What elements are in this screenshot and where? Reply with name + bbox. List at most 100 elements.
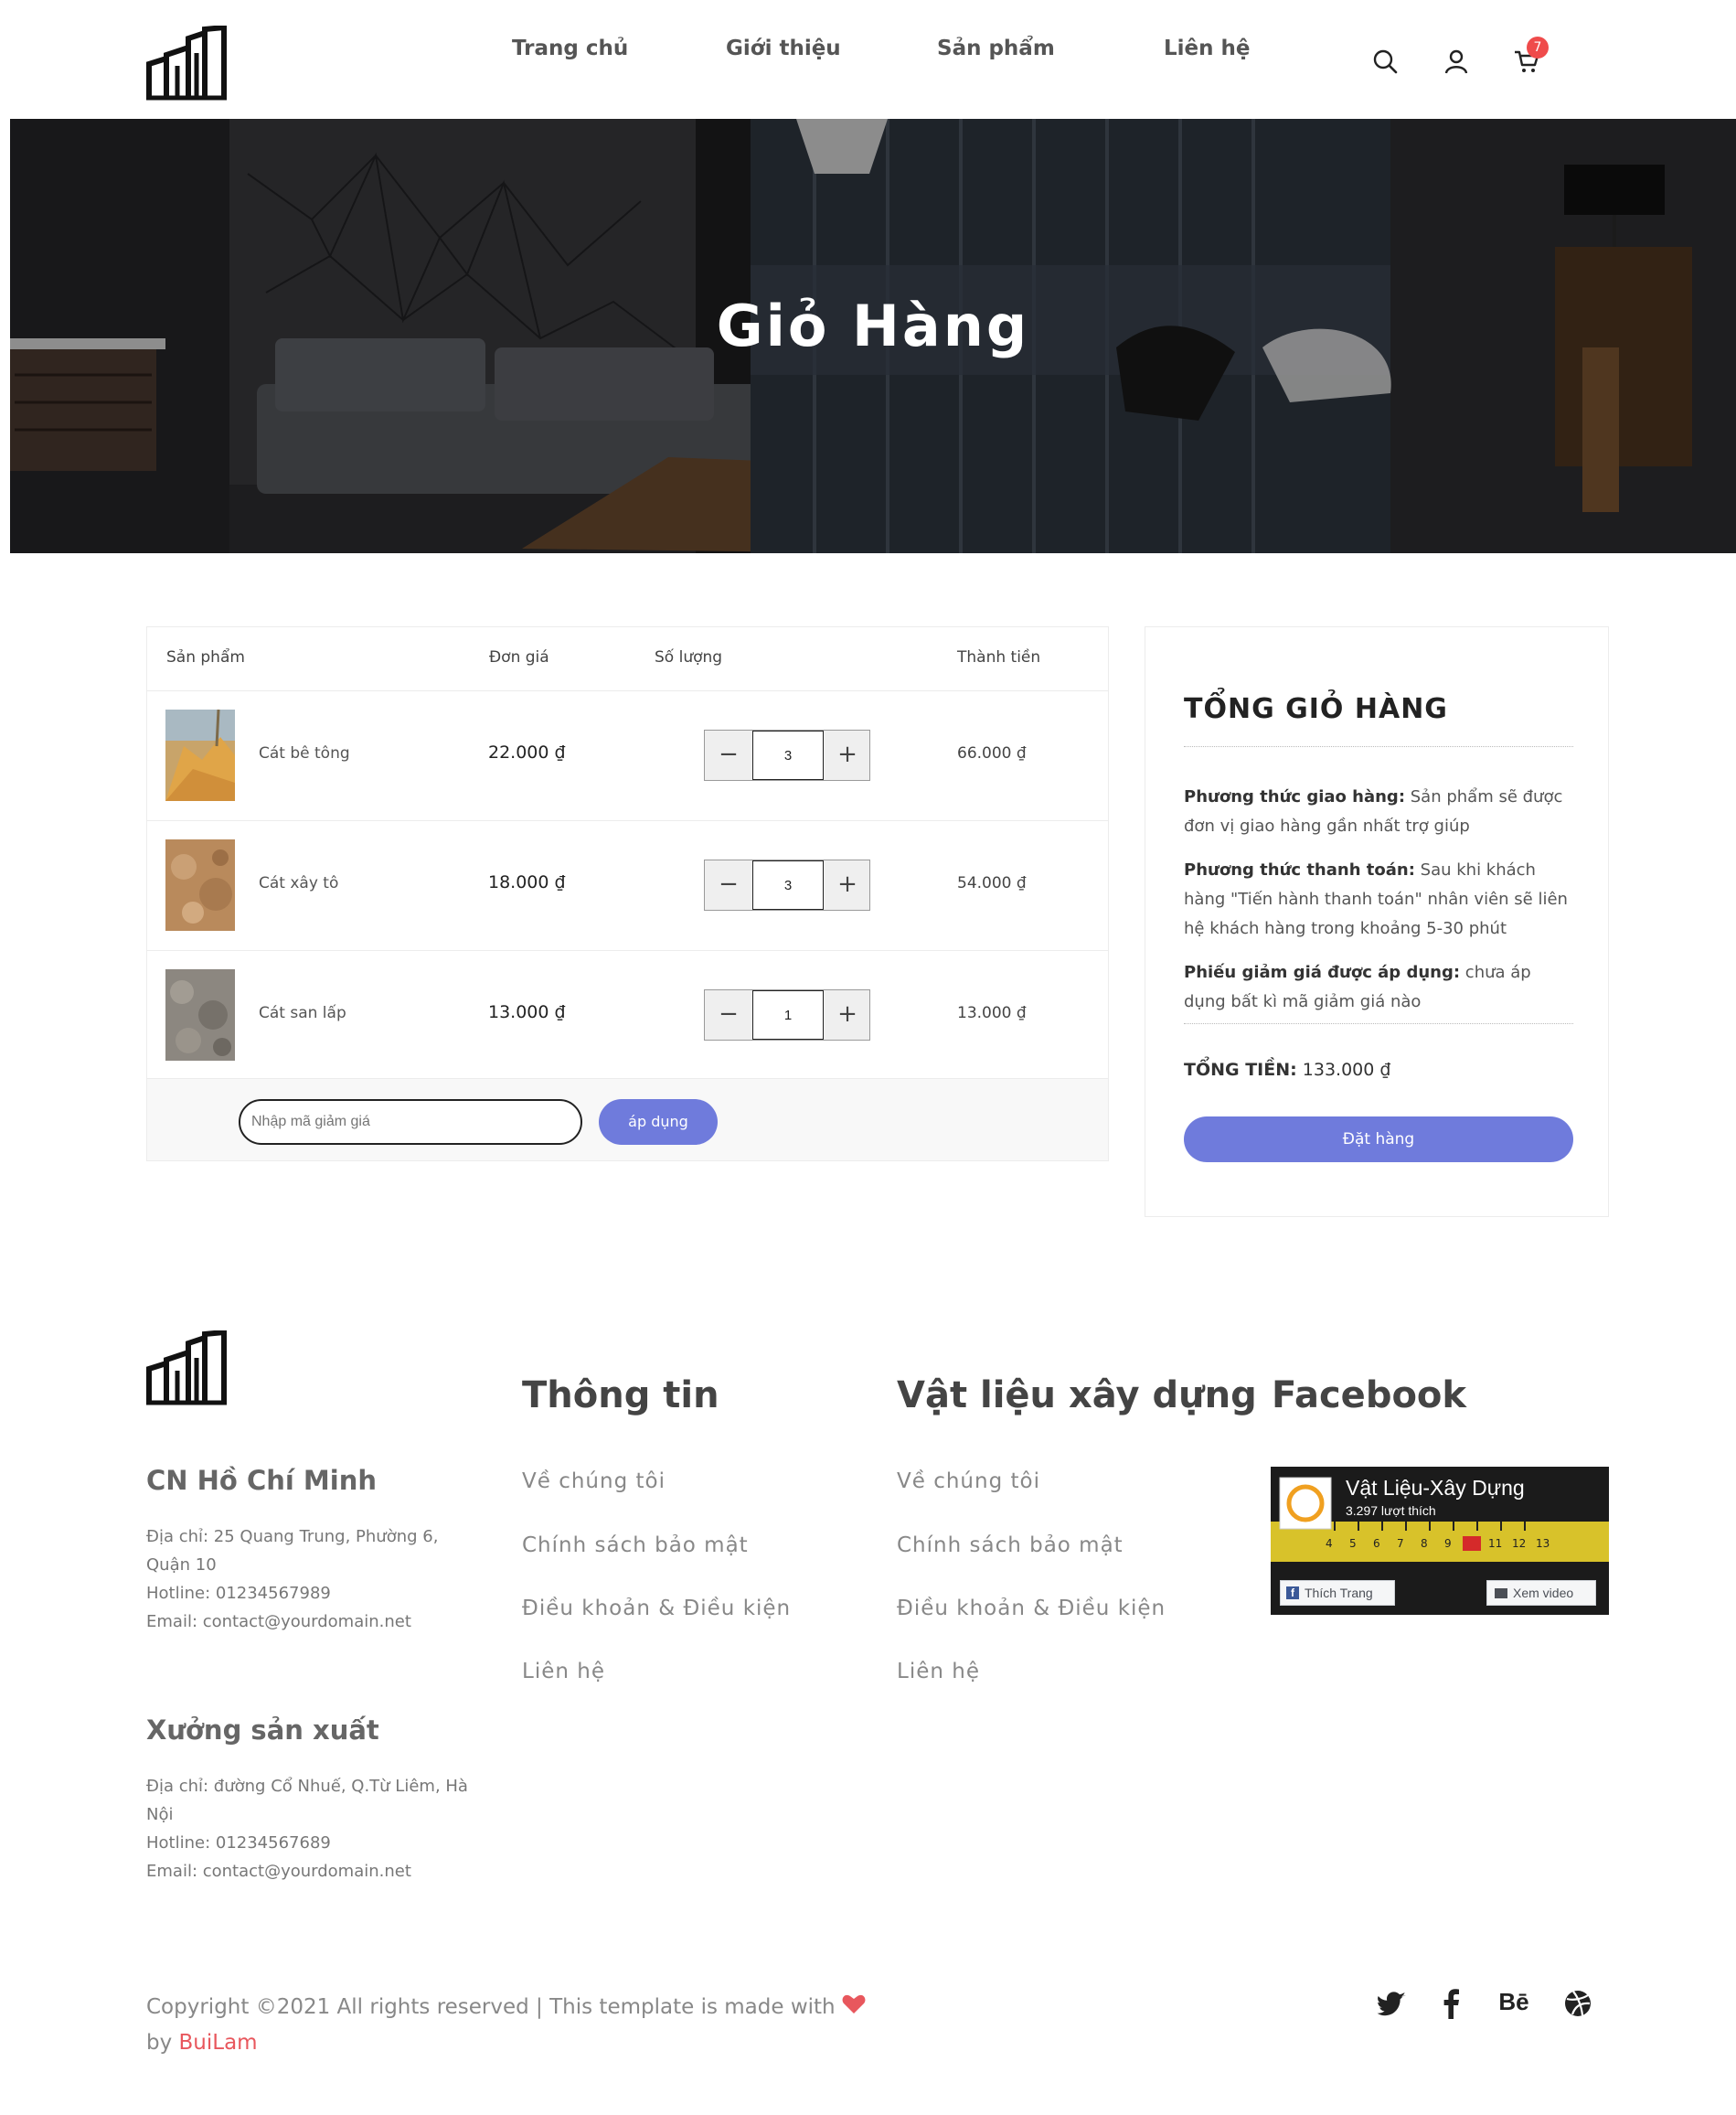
svg-text:12: 12: [1512, 1537, 1526, 1550]
factory-title: Xưởng sản xuất: [146, 1714, 379, 1746]
order-total: TỔNG TIỀN: 133.000 ₫: [1184, 1060, 1390, 1080]
product-image[interactable]: [165, 839, 235, 931]
facebook-small-icon: f: [1286, 1586, 1299, 1599]
quantity-stepper: − +: [704, 730, 870, 781]
coupon-label: Phiếu giảm giá được áp dụng:: [1184, 963, 1461, 982]
nav-products[interactable]: Sản phẩm: [937, 37, 1055, 60]
nav-about[interactable]: Giới thiệu: [726, 37, 841, 60]
facebook-page-name[interactable]: Vật Liệu-Xây Dựng: [1346, 1476, 1525, 1501]
footer-link-privacy[interactable]: Chính sách bảo mật: [897, 1533, 1124, 1557]
svg-text:13: 13: [1536, 1537, 1550, 1550]
coupon-row: áp dụng: [147, 1078, 1108, 1160]
footer-materials-title: Vật liệu xây dựng: [897, 1374, 1257, 1416]
footer-facebook-title: Facebook: [1272, 1374, 1467, 1416]
copyright-text: Copyright ©2021 All rights reserved | Th…: [146, 1995, 836, 2019]
factory-address: Địa chỉ: đường Cổ Nhuế, Q.Từ Liêm, Hà Nộ…: [146, 1777, 468, 1824]
factory-info: Địa chỉ: đường Cổ Nhuế, Q.Từ Liêm, Hà Nộ…: [146, 1772, 485, 1885]
footer-link-about[interactable]: Về chúng tôi: [897, 1469, 1040, 1493]
footer-link-contact[interactable]: Liên hệ: [522, 1660, 605, 1683]
footer-logo[interactable]: [146, 1330, 227, 1405]
product-name[interactable]: Cát bê tông: [259, 744, 350, 763]
header-product: Sản phẩm: [166, 648, 245, 667]
quantity-stepper: − +: [704, 860, 870, 911]
product-image[interactable]: [165, 710, 235, 801]
copyright-by: by: [146, 2031, 173, 2055]
coupon-input[interactable]: [239, 1099, 582, 1145]
footer-info-title: Thông tin: [522, 1374, 719, 1416]
footer-link-about[interactable]: Về chúng tôi: [522, 1469, 666, 1493]
table-row: Cát xây tô 18.000 ₫ − + 54.000 ₫: [147, 820, 1108, 950]
header-quantity: Số lượng: [655, 648, 723, 667]
svg-text:11: 11: [1488, 1537, 1502, 1550]
product-price: 18.000 ₫: [488, 872, 566, 892]
facebook-like-label: Thích Trang: [1305, 1586, 1373, 1600]
header-subtotal: Thành tiền: [957, 648, 1041, 667]
footer-link-terms[interactable]: Điều khoản & Điều kiện: [897, 1597, 1166, 1620]
facebook-icon[interactable]: [1436, 1988, 1467, 2019]
cart-table: Sản phẩm Đơn giá Số lượng Thành tiền Cát…: [146, 626, 1109, 1161]
shipping-info: Phương thức giao hàng: Sản phẩm sẽ được …: [1184, 783, 1573, 841]
facebook-video-label: Xem video: [1513, 1586, 1574, 1600]
svg-text:8: 8: [1421, 1537, 1428, 1550]
decrease-button[interactable]: −: [705, 860, 752, 910]
factory-email: Email: contact@yourdomain.net: [146, 1862, 411, 1881]
heart-icon: [842, 1994, 866, 2014]
header-price: Đơn giá: [489, 648, 549, 667]
quantity-stepper: − +: [704, 989, 870, 1041]
factory-hotline: Hotline: 01234567689: [146, 1833, 331, 1853]
total-label: TỔNG TIỀN:: [1184, 1060, 1297, 1080]
svg-text:5: 5: [1349, 1537, 1357, 1550]
user-icon[interactable]: [1443, 48, 1470, 75]
product-name[interactable]: Cát san lấp: [259, 1004, 346, 1022]
table-row: Cát san lấp 13.000 ₫ − + 13.000 ₫: [147, 950, 1108, 1080]
facebook-like-button[interactable]: f Thích Trang: [1280, 1580, 1395, 1606]
svg-text:9: 9: [1444, 1537, 1452, 1550]
page-banner: Giỏ Hàng: [10, 119, 1736, 553]
twitter-icon[interactable]: [1377, 1988, 1408, 2019]
dribbble-icon[interactable]: [1562, 1988, 1593, 2019]
facebook-likes: 3.297 lượt thích: [1346, 1503, 1436, 1518]
payment-label: Phương thức thanh toán:: [1184, 860, 1415, 880]
quantity-input[interactable]: [752, 990, 824, 1040]
product-subtotal: 66.000 ₫: [957, 744, 1027, 763]
video-icon: [1495, 1588, 1507, 1598]
total-value: 133.000 ₫: [1302, 1060, 1391, 1080]
svg-text:6: 6: [1373, 1537, 1380, 1550]
facebook-watch-video-button[interactable]: Xem video: [1486, 1580, 1596, 1606]
apply-coupon-button[interactable]: áp dụng: [599, 1099, 718, 1145]
decrease-button[interactable]: −: [705, 731, 752, 780]
logo[interactable]: [146, 26, 227, 101]
footer-link-privacy[interactable]: Chính sách bảo mật: [522, 1533, 749, 1557]
facebook-page-widget[interactable]: 4 5 6 7 8 9 11 12 13 Vật Liệu-Xây Dựng 3.297 lư…: [1271, 1467, 1609, 1615]
increase-button[interactable]: +: [824, 990, 871, 1040]
behance-icon[interactable]: Bē: [1494, 1988, 1534, 2019]
shipping-label: Phương thức giao hàng:: [1184, 787, 1406, 806]
search-icon[interactable]: [1371, 48, 1399, 75]
payment-info: Phương thức thanh toán: Sau khi khách hà…: [1184, 856, 1573, 944]
product-subtotal: 13.000 ₫: [957, 1004, 1027, 1022]
increase-button[interactable]: +: [824, 860, 871, 910]
divider: [1184, 1023, 1573, 1024]
product-name[interactable]: Cát xây tô: [259, 874, 338, 892]
product-subtotal: 54.000 ₫: [957, 874, 1027, 892]
nav-contact[interactable]: Liên hệ: [1164, 37, 1251, 60]
branch-hcm-info: Địa chỉ: 25 Quang Trung, Phường 6, Quận …: [146, 1522, 485, 1636]
quantity-input[interactable]: [752, 731, 824, 780]
footer-link-terms[interactable]: Điều khoản & Điều kiện: [522, 1597, 791, 1620]
page-title: Giỏ Hàng: [716, 293, 1030, 359]
decrease-button[interactable]: −: [705, 990, 752, 1040]
site-header: Trang chủ Giới thiệu Sản phẩm Liên hệ 7: [0, 0, 1736, 119]
quantity-input[interactable]: [752, 860, 824, 910]
author-link[interactable]: BuiLam: [179, 2031, 258, 2055]
place-order-button[interactable]: Đặt hàng: [1184, 1116, 1573, 1162]
increase-button[interactable]: +: [824, 731, 871, 780]
divider: [1184, 746, 1573, 747]
table-row: Cát bê tông 22.000 ₫ − + 66.000 ₫: [147, 690, 1108, 820]
branch-hcm-address: Địa chỉ: 25 Quang Trung, Phường 6, Quận …: [146, 1527, 439, 1575]
branch-hcm-hotline: Hotline: 01234567989: [146, 1584, 331, 1603]
summary-title: TỔNG GIỎ HÀNG: [1184, 693, 1448, 725]
product-image[interactable]: [165, 969, 235, 1061]
footer-link-contact[interactable]: Liên hệ: [897, 1660, 980, 1683]
nav-home[interactable]: Trang chủ: [512, 37, 628, 60]
product-price: 13.000 ₫: [488, 1002, 566, 1022]
